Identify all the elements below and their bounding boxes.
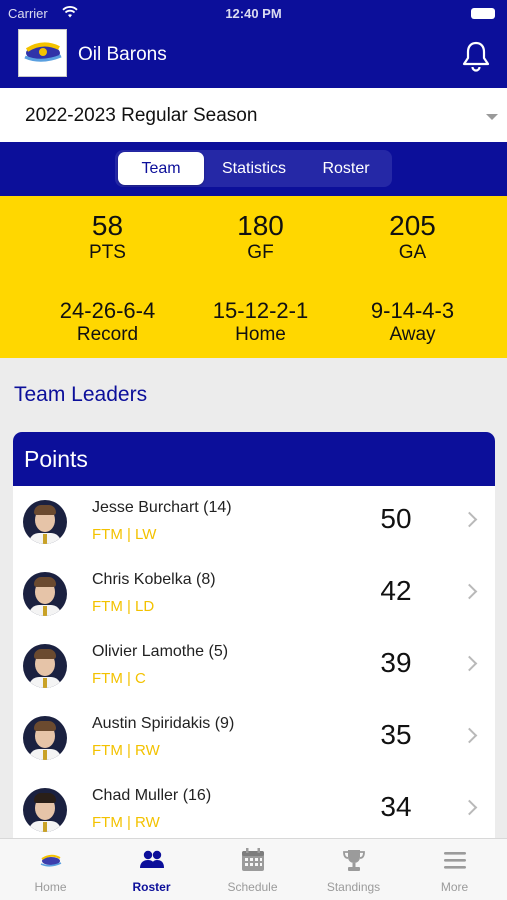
dropdown-caret-icon xyxy=(486,114,498,120)
player-points: 50 xyxy=(380,503,412,534)
stat-away-label: Away xyxy=(389,324,436,345)
player-name: Jesse Burchart (14) xyxy=(92,499,232,516)
clock: 12:40 PM xyxy=(225,6,282,21)
stat-home-label: Home xyxy=(235,324,286,345)
stat-gf-value: 180 xyxy=(237,210,284,241)
player-points: 42 xyxy=(380,575,412,606)
team-logo-icon xyxy=(40,854,62,867)
avatar xyxy=(23,572,67,616)
stat-gf: 180 GF xyxy=(176,210,345,264)
chevron-right-icon xyxy=(461,511,478,528)
stat-ga-value: 205 xyxy=(389,210,436,241)
leaders-category-title: Points xyxy=(13,432,495,486)
stat-record: 24-26-6-4 Record xyxy=(23,298,192,346)
tab-statistics[interactable]: Statistics xyxy=(210,152,298,185)
stat-home-value: 15-12-2-1 xyxy=(212,298,309,323)
tab-team[interactable]: Team xyxy=(118,152,204,185)
player-points: 35 xyxy=(380,719,412,750)
team-leaders-heading: Team Leaders xyxy=(14,383,148,406)
leader-row[interactable]: Chad Muller (16) FTM | RW 34 xyxy=(13,774,495,846)
chevron-right-icon xyxy=(461,799,478,816)
player-position: FTM | C xyxy=(92,670,146,687)
player-name: Austin Spiridakis (9) xyxy=(92,715,235,732)
tab-bar-standings[interactable]: Standings xyxy=(303,839,404,900)
section-tabs-bar: Team Statistics Roster xyxy=(0,142,507,196)
player-name: Chad Muller (16) xyxy=(92,787,212,804)
calendar-icon xyxy=(242,848,264,871)
battery-icon xyxy=(471,8,495,19)
avatar xyxy=(23,644,67,688)
tab-bar-more[interactable]: More xyxy=(404,839,505,900)
player-position: FTM | LW xyxy=(92,526,157,543)
season-selector-value: 2022-2023 Regular Season xyxy=(25,105,258,126)
avatar xyxy=(23,500,67,544)
people-icon xyxy=(140,850,164,868)
tab-bar-home-label: Home xyxy=(34,880,67,894)
stat-away-value: 9-14-4-3 xyxy=(370,298,455,323)
tab-bar-roster-label: Roster xyxy=(132,880,171,894)
player-name: Chris Kobelka (8) xyxy=(92,571,216,588)
trophy-icon xyxy=(343,850,365,871)
tab-bar-roster[interactable]: Roster xyxy=(101,839,202,900)
player-position: FTM | RW xyxy=(92,814,160,831)
tab-bar-standings-label: Standings xyxy=(326,880,381,894)
season-selector[interactable]: 2022-2023 Regular Season xyxy=(0,88,507,142)
chevron-right-icon xyxy=(461,655,478,672)
menu-icon xyxy=(444,852,466,869)
stat-pts-value: 58 xyxy=(91,210,124,241)
leader-row[interactable]: Chris Kobelka (8) FTM | LD 42 xyxy=(13,558,495,630)
chevron-right-icon xyxy=(461,583,478,600)
tab-roster[interactable]: Roster xyxy=(303,152,389,185)
notification-bell-icon[interactable] xyxy=(461,40,491,72)
stat-ga-label: GA xyxy=(398,242,427,263)
stat-ga: 205 GA xyxy=(328,210,497,264)
leader-row[interactable]: Jesse Burchart (14) FTM | LW 50 xyxy=(13,486,495,558)
player-name: Olivier Lamothe (5) xyxy=(92,643,229,660)
tab-bar-home[interactable]: Home xyxy=(0,839,101,900)
player-position: FTM | RW xyxy=(92,742,160,759)
segmented-control: Team Statistics Roster xyxy=(115,150,392,187)
tab-bar-schedule-label: Schedule xyxy=(227,880,278,894)
leader-row[interactable]: Olivier Lamothe (5) FTM | C 39 xyxy=(13,630,495,702)
stat-home: 15-12-2-1 Home xyxy=(176,298,345,346)
stat-record-label: Record xyxy=(76,324,139,345)
avatar xyxy=(23,716,67,760)
app-header: Oil Barons xyxy=(0,28,507,88)
team-name: Oil Barons xyxy=(78,44,167,65)
stat-away: 9-14-4-3 Away xyxy=(328,298,497,346)
status-bar: Carrier 12:40 PM xyxy=(0,0,507,28)
team-stats-panel: 58 PTS 180 GF 205 GA 24-26-6-4 Record 15… xyxy=(0,196,507,358)
player-position: FTM | LD xyxy=(92,598,155,615)
stat-pts-label: PTS xyxy=(89,242,126,263)
chevron-right-icon xyxy=(461,727,478,744)
team-logo-icon[interactable] xyxy=(18,29,67,77)
tab-bar-schedule[interactable]: Schedule xyxy=(202,839,303,900)
player-points: 39 xyxy=(380,647,412,678)
tab-bar-more-label: More xyxy=(440,880,469,894)
stat-record-value: 24-26-6-4 xyxy=(59,298,156,323)
stat-gf-label: GF xyxy=(247,242,274,263)
stat-pts: 58 PTS xyxy=(23,210,192,264)
avatar xyxy=(23,788,67,832)
player-points: 34 xyxy=(380,791,412,822)
leader-row[interactable]: Austin Spiridakis (9) FTM | RW 35 xyxy=(13,702,495,774)
points-leaders-card: Points Jesse Burchart (14) FTM | LW 50 C… xyxy=(13,432,495,852)
bottom-tab-bar: Home Roster Schedule Standings More xyxy=(0,838,507,900)
